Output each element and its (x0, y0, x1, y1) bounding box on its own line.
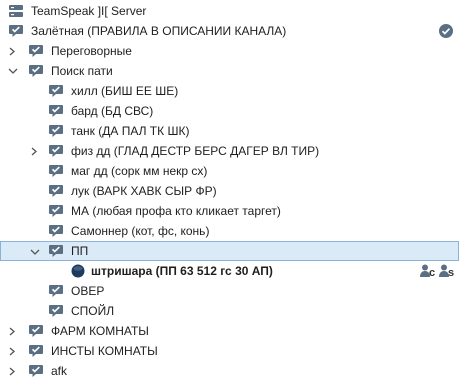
channel-label: Поиск пати (51, 64, 113, 78)
channel-row-afk[interactable]: afk (0, 361, 459, 381)
channel-icon (28, 363, 44, 379)
channel-row-peregovornye[interactable]: Переговорные (0, 41, 459, 61)
channel-label: ПП (71, 244, 89, 258)
channel-icon (48, 243, 64, 259)
expand-arrow-icon[interactable] (8, 361, 20, 381)
channel-row-luk[interactable]: лук (ВАРК ХАВК СЫР ФР) (0, 181, 459, 201)
channel-icon (48, 203, 64, 219)
channel-label: ФАРМ КОМНАТЫ (51, 324, 149, 338)
verified-check-icon (438, 23, 454, 39)
channel-row-samonner[interactable]: Самоннер (кот, фс, конь) (0, 221, 459, 241)
channel-label: Залётная (ПРАВИЛА В ОПИСАНИИ КАНАЛА) (31, 24, 287, 38)
channel-icon (48, 183, 64, 199)
channel-icon (48, 143, 64, 159)
channel-icon (48, 303, 64, 319)
channel-label: бард (БД СВС) (71, 104, 154, 118)
expand-arrow-icon[interactable] (8, 41, 20, 61)
server-icon (8, 3, 24, 19)
channel-row-zaletnaya[interactable]: Залётная (ПРАВИЛА В ОПИСАНИИ КАНАЛА) (0, 21, 459, 41)
channel-icon (8, 23, 24, 39)
channel-icon (48, 163, 64, 179)
collapse-arrow-icon[interactable] (8, 61, 20, 81)
channel-label: afk (51, 364, 68, 378)
channel-label: танк (ДА ПАЛ ТК ШК) (71, 124, 190, 138)
channel-row-ma[interactable]: МА (любая профа кто кликает таргет) (0, 201, 459, 221)
channel-row-tank[interactable]: танк (ДА ПАЛ ТК ШК) (0, 121, 459, 141)
channel-label: МА (любая профа кто кликает таргет) (71, 204, 281, 218)
channel-row-bard[interactable]: бард (БД СВС) (0, 101, 459, 121)
expand-arrow-icon[interactable] (30, 141, 42, 161)
server-row[interactable]: TeamSpeak ]I[ Server (0, 1, 459, 21)
channel-row-insty[interactable]: ИНСТЫ КОМНАТЫ (0, 341, 459, 361)
channel-row-fiz-dd[interactable]: физ дд (ГЛАД ДЕСТР БЕРС ДАГЕР ВЛ ТИР) (0, 141, 459, 161)
channel-icon (28, 43, 44, 59)
expand-arrow-icon[interactable] (8, 321, 20, 341)
channel-icon (48, 123, 64, 139)
channel-row-farm[interactable]: ФАРМ КОМНАТЫ (0, 321, 459, 341)
channel-label: маг дд (сорк мм некр сх) (71, 164, 208, 178)
channel-icon (48, 103, 64, 119)
channel-row-mag-dd[interactable]: маг дд (сорк мм некр сх) (0, 161, 459, 181)
channel-label: ОВЕР (71, 284, 105, 298)
channel-icon (28, 343, 44, 359)
channel-row-pp[interactable]: ПП (0, 241, 459, 261)
channel-commander-icon: c (419, 263, 437, 279)
channel-row-spoil[interactable]: СПОЙЛ (0, 301, 459, 321)
channel-row-poisk-pati[interactable]: Поиск пати (0, 61, 459, 81)
client-row[interactable]: штришара (ПП 63 512 гс 30 АП) c s (0, 261, 459, 281)
badge-s: s (448, 267, 455, 279)
channel-label: ИНСТЫ КОМНАТЫ (51, 344, 158, 358)
channel-label: лук (ВАРК ХАВК СЫР ФР) (71, 184, 217, 198)
badge-c: c (429, 267, 436, 279)
server-name: TeamSpeak ]I[ Server (31, 4, 147, 18)
channel-icon (48, 83, 64, 99)
channel-icon (48, 283, 64, 299)
client-status-icon (70, 263, 86, 279)
channel-icon (28, 323, 44, 339)
channel-label: Переговорные (51, 44, 132, 58)
expand-arrow-icon[interactable] (8, 341, 20, 361)
channel-icon (48, 223, 64, 239)
channel-row-over[interactable]: ОВЕР (0, 281, 459, 301)
channel-icon (28, 63, 44, 79)
channel-label: Самоннер (кот, фс, конь) (71, 224, 210, 238)
channel-label: физ дд (ГЛАД ДЕСТР БЕРС ДАГЕР ВЛ ТИР) (71, 144, 320, 158)
channel-label: хилл (БИШ ЕЕ ШЕ) (71, 84, 179, 98)
channel-row-hill[interactable]: хилл (БИШ ЕЕ ШЕ) (0, 81, 459, 101)
channel-label: СПОЙЛ (71, 304, 115, 318)
server-group-icon: s (438, 263, 456, 279)
client-name: штришара (ПП 63 512 гс 30 АП) (91, 264, 273, 278)
channel-tree: TeamSpeak ]I[ Server Залётная (ПРАВИЛА В… (0, 0, 459, 385)
collapse-arrow-icon[interactable] (30, 242, 42, 262)
